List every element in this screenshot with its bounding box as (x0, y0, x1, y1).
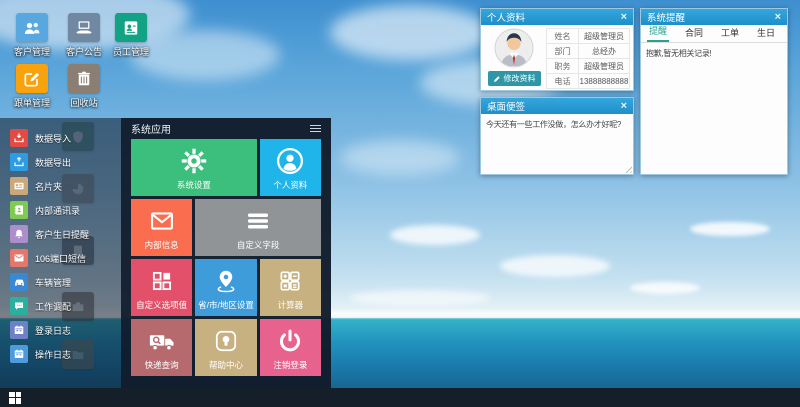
desktop-icon-label: 跟单管理 (14, 96, 50, 109)
desktop-icon-label: 客户公告 (66, 45, 102, 58)
sidebar-item-vehicle-management[interactable]: 车辆管理 (0, 270, 121, 294)
announcement-icon (73, 18, 95, 38)
avatar (494, 28, 534, 68)
desktop-icon-label: 回收站 (70, 96, 97, 109)
profile-name-value: 超级管理员 (579, 29, 630, 44)
profile-position-value: 超级管理员 (579, 59, 630, 74)
gear-icon (179, 146, 209, 176)
recycle-bin-icon (75, 69, 93, 88)
reminder-tabs: 提醒 合同 工单 生日 (641, 25, 787, 43)
desktop-icon-label: 员工管理 (113, 45, 149, 58)
sidebar-item-sms-port[interactable]: 106端口短信 (0, 246, 121, 270)
profile-panel: 个人资料 × 修改资料 (480, 8, 634, 91)
mail-icon (148, 207, 176, 235)
desktop-icon-recycle-bin[interactable]: 回收站 (58, 64, 110, 111)
desktop-icon-customer-management[interactable]: 客户管理 (6, 13, 58, 60)
tab-reminder[interactable]: 提醒 (647, 21, 669, 42)
desktop-icon-customer-announcement[interactable]: 客户公告 (58, 13, 110, 60)
close-icon[interactable]: × (621, 101, 627, 112)
tile-help-center[interactable]: 帮助中心 (195, 319, 256, 376)
table-row: 电话 13888888888 (547, 74, 630, 89)
sms-icon (13, 252, 25, 264)
grid-icon (149, 268, 175, 294)
calculator-icon (277, 268, 303, 294)
bell-icon (13, 228, 25, 240)
tile-express-tracking[interactable]: 快递查询 (131, 319, 192, 376)
sidebar-item-operation-log[interactable]: 操作日志 (0, 342, 121, 366)
tile-calculator[interactable]: 计算器 (260, 259, 321, 316)
close-icon[interactable]: × (775, 12, 781, 23)
desktop: 客户管理 客户公告 员工管理 跟单管理 (0, 0, 800, 407)
note-panel: 桌面便签 × 今天还有一些工作没做，怎么办才好呢? (480, 97, 634, 175)
launcher-menu-icon[interactable] (310, 123, 321, 134)
chat-icon (13, 300, 25, 312)
desktop-icon-order-management[interactable]: 跟单管理 (6, 64, 58, 111)
user-icon (275, 146, 305, 176)
list-icon (243, 206, 273, 236)
start-button[interactable] (9, 392, 21, 404)
order-edit-icon (22, 69, 42, 89)
bulb-icon (213, 328, 239, 354)
tab-contract[interactable]: 合同 (683, 23, 705, 42)
sidebar-item-birthday-reminder[interactable]: 客户生日提醒 (0, 222, 121, 246)
sidebar-item-login-log[interactable]: 登录日志 (0, 318, 121, 342)
tile-internal-messages[interactable]: 内部信息 (131, 199, 192, 256)
edit-icon (493, 75, 501, 83)
tab-work-order[interactable]: 工单 (719, 23, 741, 42)
profile-table: 姓名 超级管理员 部门 总经办 职务 超级管理员 电话 13888888888 (546, 28, 630, 89)
profile-panel-title: 个人资料 (487, 10, 525, 24)
tile-system-settings[interactable]: 系统设置 (131, 139, 257, 196)
tile-personal-profile[interactable]: 个人资料 (260, 139, 321, 196)
edit-profile-button[interactable]: 修改资料 (488, 71, 541, 86)
cloud (390, 225, 480, 245)
calendar-icon (13, 324, 25, 336)
launcher-panel: 系统应用 系统设置 个人资料 (121, 118, 331, 388)
sidebar-item-data-export[interactable]: 数据导出 (0, 150, 121, 174)
taskbar (0, 388, 800, 407)
sidebar-item-card-holder[interactable]: 名片夹 (0, 174, 121, 198)
employee-icon (121, 18, 141, 38)
profile-department-value: 总经办 (579, 44, 630, 59)
location-icon (213, 268, 239, 294)
tab-birthday[interactable]: 生日 (755, 23, 777, 42)
truck-icon (147, 327, 177, 355)
export-icon (13, 156, 25, 168)
calendar-icon (13, 348, 25, 360)
power-icon (276, 327, 304, 355)
cloud (340, 140, 460, 175)
contacts-icon (13, 204, 25, 216)
import-icon (13, 132, 25, 144)
profile-phone-value: 13888888888 (579, 74, 630, 89)
app-sidebar: 数据导入 数据导出 名片夹 内部通讯录 客户生日提醒 106端口短信 车辆管理 (0, 118, 121, 388)
desktop-icon-label: 客户管理 (14, 45, 50, 58)
cloud (690, 222, 770, 236)
close-icon[interactable]: × (621, 12, 627, 23)
cloud (630, 282, 700, 294)
cloud (500, 255, 610, 277)
note-text[interactable]: 今天还有一些工作没做，怎么办才好呢? (481, 114, 633, 135)
tile-region-settings[interactable]: 省/市/地区设置 (195, 259, 256, 316)
tile-grid: 系统设置 个人资料 内部信息 自定义字段 (131, 139, 321, 376)
table-row: 部门 总经办 (547, 44, 630, 59)
windows-logo-icon (9, 392, 15, 398)
table-row: 姓名 超级管理员 (547, 29, 630, 44)
reminder-panel: 系统提醒 × 提醒 合同 工单 生日 抱歉,暂无相关记录! (640, 8, 788, 175)
customers-icon (21, 18, 43, 38)
reminder-empty-text: 抱歉,暂无相关记录! (641, 43, 787, 64)
table-row: 职务 超级管理员 (547, 59, 630, 74)
launcher-title: 系统应用 (131, 121, 171, 136)
sidebar-item-internal-contacts[interactable]: 内部通讯录 (0, 198, 121, 222)
resize-handle[interactable] (623, 164, 632, 173)
cloud (350, 290, 490, 306)
tile-custom-fields[interactable]: 自定义字段 (195, 199, 321, 256)
sidebar-item-data-import[interactable]: 数据导入 (0, 126, 121, 150)
cloud (330, 5, 490, 60)
tile-logout[interactable]: 注销登录 (260, 319, 321, 376)
note-panel-title: 桌面便签 (487, 99, 525, 113)
tile-custom-options[interactable]: 自定义选项值 (131, 259, 192, 316)
car-icon (13, 276, 26, 289)
desktop-icon-employee-management[interactable]: 员工管理 (105, 13, 157, 60)
card-icon (13, 180, 25, 192)
sidebar-item-work-assignment[interactable]: 工作调配 (0, 294, 121, 318)
